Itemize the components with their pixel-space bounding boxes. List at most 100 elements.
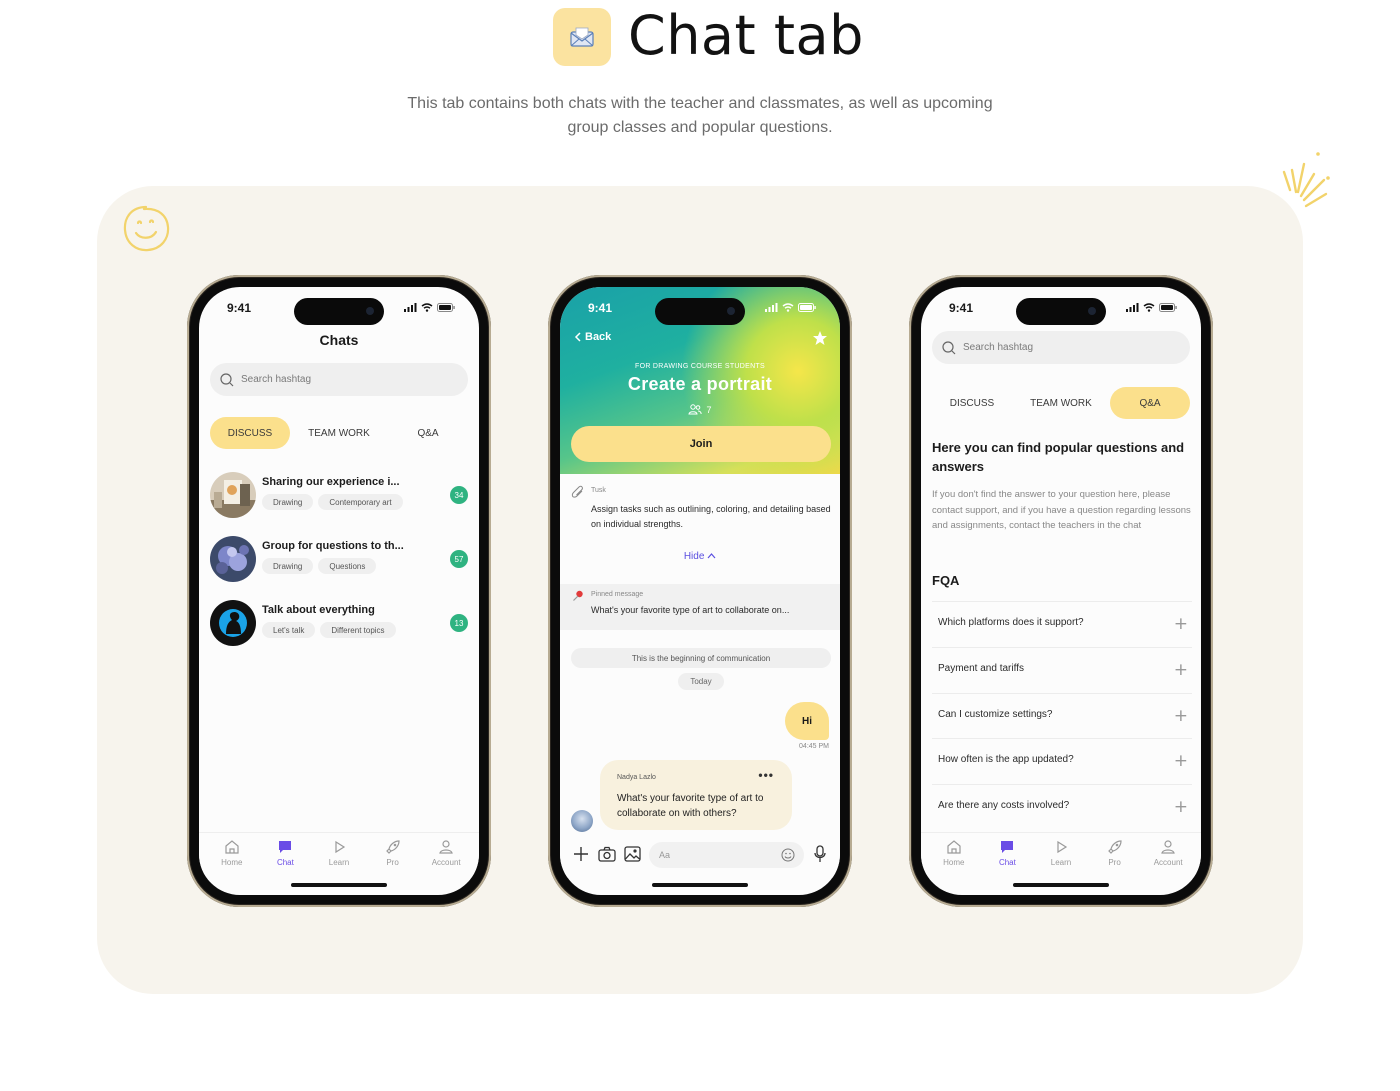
qa-screen: 9:41 Search hashtag DISCUSS TEAM WORK Q&… [921, 287, 1201, 895]
expand-plus-icon[interactable]: + [1174, 660, 1188, 680]
paperclip-icon [571, 485, 583, 498]
chat-icon [1001, 841, 1014, 853]
faq-item[interactable]: How often is the app updated? + [932, 738, 1192, 784]
join-button[interactable]: Join [571, 426, 831, 462]
chat-avatar [210, 536, 256, 582]
play-icon [335, 840, 346, 854]
tabbar-home[interactable]: Home [207, 839, 257, 882]
hide-button[interactable]: Hide [560, 551, 840, 562]
rocket-icon [385, 840, 400, 854]
message-time: 04:45 PM [799, 743, 829, 750]
tab-discuss[interactable]: DISCUSS [932, 387, 1012, 419]
tab-qa[interactable]: Q&A [388, 417, 468, 449]
bottom-tab-bar: Home Chat Learn Pro Account [199, 832, 479, 882]
expand-plus-icon[interactable]: + [1174, 797, 1188, 817]
search-placeholder: Search hashtag [963, 342, 1034, 353]
wifi-icon [782, 303, 794, 312]
page-title: Chat tab [628, 4, 864, 67]
tab-qa[interactable]: Q&A [1110, 387, 1190, 419]
search-input[interactable]: Search hashtag [932, 331, 1190, 364]
tag-chip: Drawing [262, 494, 314, 510]
tabbar-label: Home [943, 858, 965, 867]
chat-tab-envelope-icon [553, 8, 611, 66]
battery-icon [798, 303, 816, 312]
date-separator: Today [678, 673, 724, 690]
unread-badge: 13 [450, 614, 468, 632]
page: Chat tab This tab contains both chats wi… [0, 0, 1400, 1091]
faq-question: Payment and tariffs [938, 663, 1024, 674]
home-icon [225, 840, 239, 854]
sparkle-doodle-icon [1282, 152, 1330, 208]
back-button[interactable]: Back [574, 331, 611, 343]
status-time: 9:41 [227, 301, 252, 315]
status-time: 9:41 [588, 301, 613, 315]
play-icon [1057, 840, 1068, 854]
chat-tabs: DISCUSS TEAM WORK Q&A [932, 387, 1190, 419]
more-options-icon[interactable]: ••• [758, 768, 774, 782]
tabbar-account[interactable]: Account [1143, 839, 1193, 882]
tabbar-chat[interactable]: Chat [982, 839, 1032, 882]
unread-badge: 34 [450, 486, 468, 504]
course-title: Create a portrait [627, 374, 773, 394]
microphone-icon[interactable] [814, 845, 826, 863]
members-count: 7 [560, 404, 840, 415]
fqa-title: FQA [932, 573, 960, 588]
chat-avatar [210, 600, 256, 646]
chevron-up-icon [707, 553, 716, 559]
task-text: Assign tasks such as outlining, coloring… [591, 504, 831, 529]
tabbar-account[interactable]: Account [421, 839, 471, 882]
tabbar-label: Pro [1108, 858, 1121, 867]
favorite-star-icon[interactable] [812, 330, 828, 346]
chat-list-item[interactable]: Sharing our experience i... Drawing Cont… [210, 470, 468, 520]
faq-item[interactable]: Are there any costs involved? + [932, 784, 1192, 830]
tab-team-work[interactable]: TEAM WORK [1021, 387, 1101, 419]
search-icon [942, 340, 956, 354]
status-icons [404, 303, 455, 312]
tag-chip: Different topics [320, 622, 396, 638]
chat-list-item[interactable]: Talk about everything Let's talk Differe… [210, 598, 468, 648]
faq-item[interactable]: Payment and tariffs + [932, 647, 1192, 693]
bottom-tab-bar: Home Chat Learn Pro Account [921, 832, 1201, 882]
incoming-message[interactable]: Nadya Lazlo ••• What's your favorite typ… [600, 760, 792, 830]
search-input[interactable]: Search hashtag [210, 363, 468, 396]
gallery-icon[interactable] [624, 846, 641, 862]
tabbar-label: Home [221, 858, 243, 867]
pinned-text: What's your favorite type of art to coll… [591, 605, 790, 615]
expand-plus-icon[interactable]: + [1174, 751, 1188, 771]
dynamic-island [1016, 298, 1106, 325]
message-input-placeholder: Aa [659, 850, 671, 860]
expand-plus-icon[interactable]: + [1174, 706, 1188, 726]
tab-team-work[interactable]: TEAM WORK [299, 417, 379, 449]
chat-avatar [210, 472, 256, 518]
tabbar-home[interactable]: Home [929, 839, 979, 882]
tabbar-pro[interactable]: Pro [1090, 839, 1140, 882]
faq-item[interactable]: Which platforms does it support? + [932, 601, 1192, 647]
faq-item[interactable]: Can I customize settings? + [932, 693, 1192, 739]
battery-icon [437, 303, 455, 312]
chat-list-item[interactable]: Group for questions to th... Drawing Que… [210, 534, 468, 584]
outgoing-message[interactable]: Hi [785, 702, 829, 740]
emoji-icon[interactable] [781, 848, 795, 862]
tabbar-learn[interactable]: Learn [1036, 839, 1086, 882]
camera-icon[interactable] [598, 846, 616, 862]
tabbar-label: Pro [386, 858, 399, 867]
home-indicator [652, 883, 748, 887]
plus-icon[interactable] [573, 846, 589, 862]
chat-title: Talk about everything [262, 604, 375, 616]
rocket-icon [1107, 840, 1122, 854]
chat-title: Sharing our experience i... [262, 476, 400, 488]
pinned-label: Pinned message [591, 591, 644, 598]
course-audience-label: FOR DRAWING COURSE STUDENTS [635, 363, 765, 370]
tag-chip: Drawing [262, 558, 314, 574]
tab-discuss[interactable]: DISCUSS [210, 417, 290, 449]
pinned-message[interactable]: Pinned message What's your favorite type… [560, 584, 840, 630]
tabbar-label: Account [431, 858, 461, 867]
chat-title: Group for questions to th... [262, 540, 404, 552]
message-input[interactable]: Aa [649, 842, 804, 868]
members-value: 7 [706, 404, 712, 415]
tabbar-learn[interactable]: Learn [314, 839, 364, 882]
tabbar-pro[interactable]: Pro [368, 839, 418, 882]
expand-plus-icon[interactable]: + [1174, 614, 1188, 634]
page-subtitle: This tab contains both chats with the te… [407, 95, 993, 136]
tabbar-chat[interactable]: Chat [260, 839, 310, 882]
